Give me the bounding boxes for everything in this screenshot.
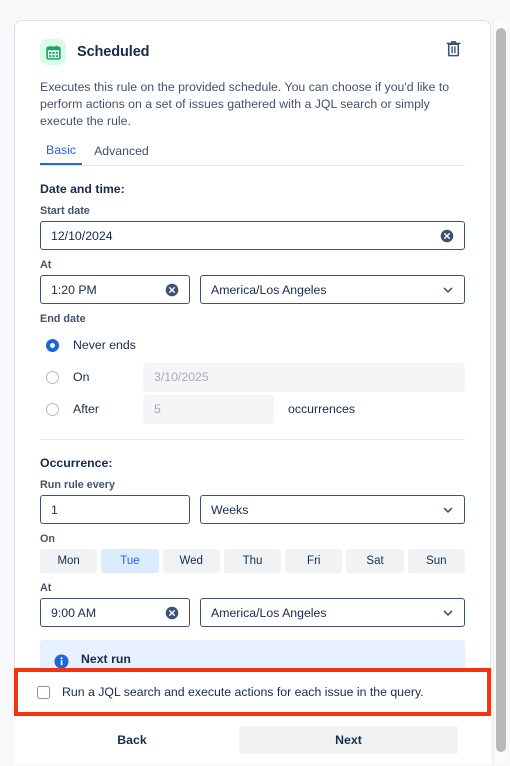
clear-circle-icon[interactable] xyxy=(165,283,179,297)
occurrence-at-label: At xyxy=(40,582,52,594)
end-date-option-never[interactable]: Never ends xyxy=(40,329,465,361)
end-date-option-after[interactable]: After 5 occurrences xyxy=(40,393,465,425)
start-date-label: Start date xyxy=(40,205,90,217)
occurrences-placeholder: 5 xyxy=(154,402,161,416)
start-at-label: At xyxy=(40,259,52,271)
chevron-down-icon[interactable] xyxy=(442,504,454,516)
card-footer: Back Next xyxy=(14,716,491,764)
day-toggle-sat[interactable]: Sat xyxy=(346,549,404,573)
back-button[interactable]: Back xyxy=(25,726,239,754)
jql-option-highlight: Run a JQL search and execute actions for… xyxy=(14,668,491,716)
tab-advanced[interactable]: Advanced xyxy=(88,142,155,165)
interval-unit-select[interactable]: Weeks xyxy=(200,495,465,524)
screen-root: Scheduled Executes this rule on the prov… xyxy=(0,0,510,766)
page-title: Scheduled xyxy=(77,44,150,60)
radio-never-ends[interactable] xyxy=(46,338,59,352)
next-run-title: Next run xyxy=(81,652,131,666)
end-date-on-placeholder: 3/10/2025 xyxy=(154,370,209,384)
start-date-input[interactable]: 12/10/2024 xyxy=(40,221,465,250)
end-date-option-on[interactable]: On 3/10/2025 xyxy=(40,361,465,393)
trash-icon xyxy=(446,40,461,60)
chevron-down-icon[interactable] xyxy=(442,284,454,296)
occurrences-input[interactable]: 5 xyxy=(143,394,274,424)
occurrences-suffix-label: occurrences xyxy=(288,402,355,416)
tab-bar: Basic Advanced xyxy=(40,142,465,166)
radio-on-label: On xyxy=(73,370,90,384)
start-date-value: 12/10/2024 xyxy=(51,228,113,243)
card-header: Scheduled xyxy=(40,35,465,69)
card-description: Executes this rule on the provided sched… xyxy=(40,80,450,128)
clear-circle-icon[interactable] xyxy=(165,606,179,620)
section-divider xyxy=(40,439,465,440)
day-toggle-mon[interactable]: Mon xyxy=(40,549,98,573)
tab-basic[interactable]: Basic xyxy=(40,142,83,165)
jql-search-checkbox[interactable] xyxy=(37,685,50,699)
day-toggle-fri[interactable]: Fri xyxy=(285,549,343,573)
clear-circle-icon[interactable] xyxy=(440,229,454,243)
next-button[interactable]: Next xyxy=(239,726,458,754)
start-time-input[interactable]: 1:20 PM xyxy=(40,275,190,304)
day-toggle-sun[interactable]: Sun xyxy=(407,549,465,573)
day-toggle-tue[interactable]: Tue xyxy=(101,549,159,573)
info-icon xyxy=(54,654,69,669)
run-rule-every-label: Run rule every xyxy=(40,479,116,491)
start-time-value: 1:20 PM xyxy=(51,282,97,297)
interval-unit-value: Weeks xyxy=(211,502,249,517)
day-toggle-group: Mon Tue Wed Thu Fri Sat Sun xyxy=(40,549,465,573)
interval-value: 1 xyxy=(51,502,58,517)
occurrence-timezone-select[interactable]: America/Los Angeles xyxy=(200,598,465,627)
interval-input[interactable]: 1 xyxy=(40,495,190,524)
occurrence-time-input[interactable]: 9:00 AM xyxy=(40,598,190,627)
radio-after-label: After xyxy=(73,402,99,416)
occurrence-at-row: 9:00 AM America/Los Angeles xyxy=(40,598,465,627)
occurrence-time-value: 9:00 AM xyxy=(51,605,97,620)
scheduled-trigger-card: Scheduled Executes this rule on the prov… xyxy=(14,20,491,764)
radio-never-ends-label: Never ends xyxy=(73,338,136,352)
section-occurrence-heading: Occurrence: xyxy=(40,456,113,470)
end-date-label: End date xyxy=(40,313,86,325)
radio-on[interactable] xyxy=(46,370,59,384)
section-date-and-time-heading: Date and time: xyxy=(40,182,125,196)
day-toggle-wed[interactable]: Wed xyxy=(162,549,220,573)
delete-button[interactable] xyxy=(441,38,465,62)
occurrence-timezone-value: America/Los Angeles xyxy=(211,605,327,620)
start-at-row: 1:20 PM America/Los Angeles xyxy=(40,275,465,304)
end-date-on-input[interactable]: 3/10/2025 xyxy=(143,362,465,392)
chevron-down-icon[interactable] xyxy=(442,607,454,619)
run-rule-every-row: 1 Weeks xyxy=(40,495,465,524)
jql-search-label: Run a JQL search and execute actions for… xyxy=(62,685,424,699)
card-content: Scheduled Executes this rule on the prov… xyxy=(15,21,490,723)
start-timezone-value: America/Los Angeles xyxy=(211,282,327,297)
on-days-label: On xyxy=(40,533,55,545)
start-timezone-select[interactable]: America/Los Angeles xyxy=(200,275,465,304)
radio-after[interactable] xyxy=(46,402,59,416)
day-toggle-thu[interactable]: Thu xyxy=(223,549,282,573)
jql-option-row[interactable]: Run a JQL search and execute actions for… xyxy=(18,672,487,712)
scrollbar-thumb[interactable] xyxy=(496,28,506,752)
calendar-icon xyxy=(40,39,66,65)
